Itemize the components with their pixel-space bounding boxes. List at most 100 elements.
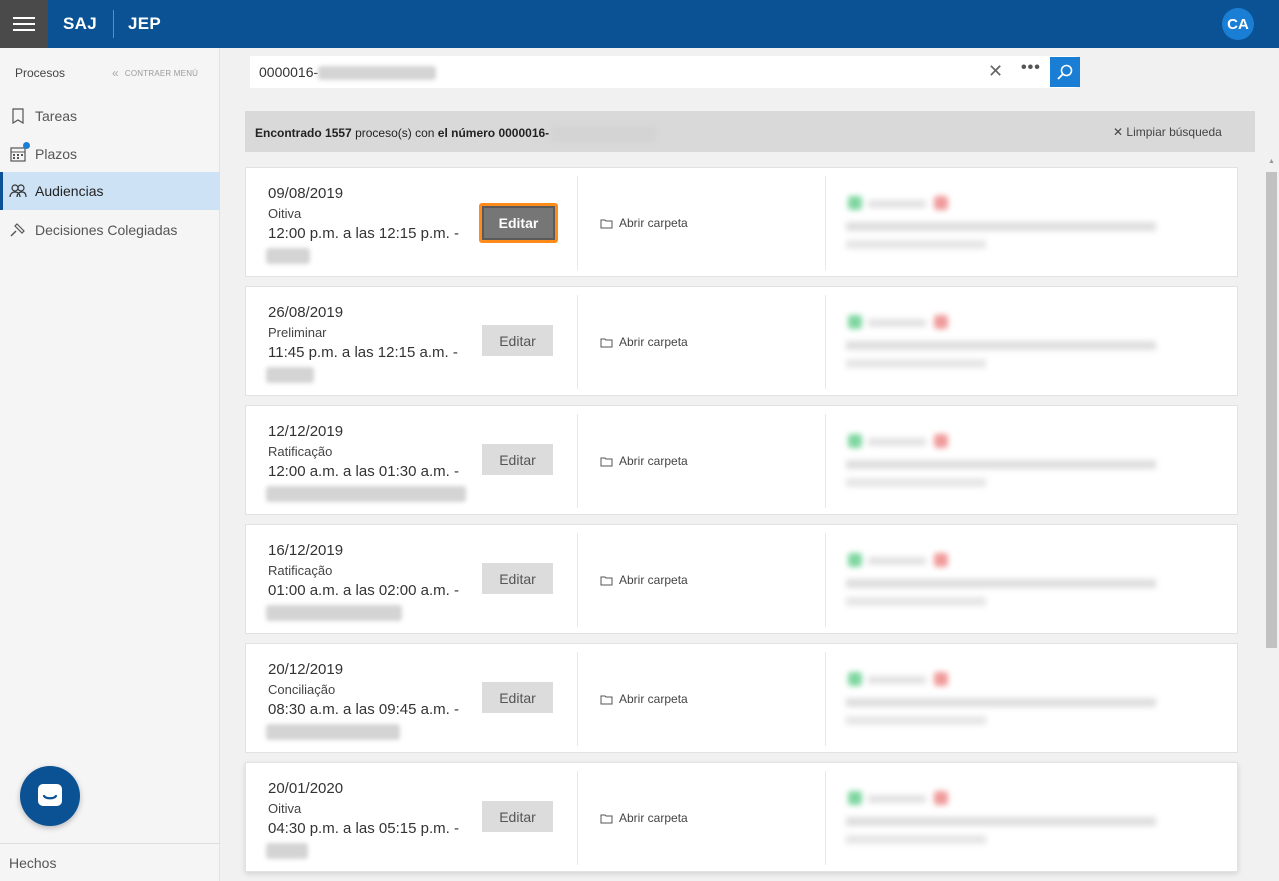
hamburger-menu-icon[interactable]	[0, 0, 48, 48]
edit-button[interactable]: Editar	[482, 801, 553, 832]
open-folder-link[interactable]: Abrir carpeta	[600, 454, 688, 468]
edit-button[interactable]: Editar	[479, 203, 558, 243]
sidebar-item-tareas[interactable]: Tareas	[0, 97, 220, 135]
redacted-details	[846, 670, 1166, 740]
calendar-icon	[9, 142, 30, 163]
redacted-text	[266, 724, 400, 740]
status-badge	[848, 553, 862, 567]
card-divider	[825, 771, 826, 865]
open-folder-link[interactable]: Abrir carpeta	[600, 216, 688, 230]
collapse-menu-button[interactable]: « CONTRAER MENÚ	[112, 66, 198, 80]
status-badge	[934, 553, 948, 567]
sidebar-item-plazos[interactable]: Plazos	[0, 135, 220, 173]
card-divider	[825, 533, 826, 627]
redacted-text	[846, 341, 1156, 350]
hearing-card: 12/12/2019 Ratificação 12:00 a.m. a las 01…	[245, 405, 1238, 515]
redacted-text	[266, 248, 310, 264]
hearing-time: 01:00 a.m. a las 02:00 a.m. -	[268, 582, 459, 599]
edit-button[interactable]: Editar	[482, 444, 553, 475]
open-folder-link[interactable]: Abrir carpeta	[600, 811, 688, 825]
user-avatar[interactable]: CA	[1222, 8, 1254, 40]
sidebar-item-hechos[interactable]: Hechos	[9, 855, 56, 871]
redacted-text	[868, 438, 926, 446]
hearing-card: 09/08/2019 Oitiva 12:00 p.m. a las 12:15 p…	[245, 167, 1238, 277]
open-folder-link[interactable]: Abrir carpeta	[600, 573, 688, 587]
sidebar-item-label: Tareas	[35, 108, 78, 124]
more-options-icon[interactable]: •••	[1021, 59, 1041, 77]
status-badge	[934, 672, 948, 686]
redacted-text	[846, 359, 986, 368]
folder-icon	[600, 695, 613, 704]
card-divider	[577, 176, 578, 270]
status-badge	[934, 196, 948, 210]
edit-button[interactable]: Editar	[482, 325, 553, 356]
search-icon	[1057, 64, 1073, 80]
hearing-time: 04:30 p.m. a las 05:15 p.m. -	[268, 820, 459, 837]
open-folder-link[interactable]: Abrir carpeta	[600, 335, 688, 349]
hearing-time: 11:45 p.m. a las 12:15 a.m. -	[268, 344, 458, 361]
redacted-text	[846, 835, 986, 844]
open-folder-link[interactable]: Abrir carpeta	[600, 692, 688, 706]
redacted-text	[846, 698, 1156, 707]
redacted-text	[846, 597, 986, 606]
sidebar-item-audiencias[interactable]: Audiencias	[0, 172, 220, 210]
card-divider	[825, 652, 826, 746]
redacted-text	[266, 843, 308, 859]
notification-dot	[23, 142, 30, 149]
scroll-up-icon[interactable]: ▲	[1268, 158, 1275, 165]
card-divider	[825, 414, 826, 508]
search-button[interactable]	[1050, 57, 1080, 87]
collapse-menu-label: CONTRAER MENÚ	[124, 68, 199, 78]
folder-icon	[600, 814, 613, 823]
hearing-time: 12:00 p.m. a las 12:15 p.m. -	[268, 225, 459, 242]
redacted-text	[846, 478, 986, 487]
hearing-time: 08:30 a.m. a las 09:45 a.m. -	[268, 701, 459, 718]
hearing-date: 20/01/2020	[268, 780, 344, 797]
open-folder-label: Abrir carpeta	[619, 692, 688, 706]
folder-icon	[600, 338, 613, 347]
redacted-text	[266, 486, 466, 502]
redacted-text	[868, 676, 926, 684]
brand-saj[interactable]: SAJ	[63, 14, 97, 34]
hearing-type: Preliminar	[268, 325, 327, 340]
hearing-date: 09/08/2019	[268, 185, 344, 202]
double-chevron-left-icon: «	[112, 66, 119, 80]
results-summary: Encontrado 1557 proceso(s) con el número…	[255, 125, 658, 143]
sidebar-divider	[0, 843, 220, 844]
hearing-date: 20/12/2019	[268, 661, 344, 678]
hearing-time: 12:00 a.m. a las 01:30 a.m. -	[268, 463, 459, 480]
brand-divider	[113, 10, 114, 38]
sidebar-title: Procesos	[15, 66, 66, 80]
redacted-details	[846, 551, 1166, 621]
close-icon: ✕	[1113, 125, 1124, 139]
status-badge	[934, 791, 948, 805]
redacted-text	[266, 367, 314, 383]
hearing-type: Oitiva	[268, 206, 302, 221]
clear-search-button[interactable]: ✕ Limpiar búsqueda	[1113, 125, 1222, 139]
scrollbar-thumb[interactable]	[1266, 172, 1277, 648]
edit-button[interactable]: Editar	[482, 682, 553, 713]
search-input[interactable]: 0000016- ✕ •••	[250, 56, 1076, 88]
redacted-text	[318, 66, 437, 81]
open-folder-label: Abrir carpeta	[619, 811, 688, 825]
hearing-card: 20/01/2020 Oitiva 04:30 p.m. a las 05:15 p…	[245, 762, 1238, 872]
sidebar-item-decisiones-colegiadas[interactable]: Decisiones Colegiadas	[0, 211, 220, 249]
open-folder-label: Abrir carpeta	[619, 335, 688, 349]
hearing-type: Oitiva	[268, 801, 302, 816]
chat-button[interactable]	[20, 766, 80, 826]
edit-button[interactable]: Editar	[482, 563, 553, 594]
status-badge	[848, 791, 862, 805]
top-bar: SAJ JEP CA	[0, 0, 1279, 48]
brand-jep[interactable]: JEP	[128, 14, 161, 34]
open-folder-label: Abrir carpeta	[619, 573, 688, 587]
card-divider	[825, 176, 826, 270]
clear-search-icon[interactable]: ✕	[988, 61, 1003, 82]
redacted-text	[551, 125, 658, 143]
redacted-details	[846, 432, 1166, 502]
hearing-date: 12/12/2019	[268, 423, 344, 440]
redacted-text	[868, 319, 926, 327]
sidebar-item-label: Plazos	[35, 146, 78, 162]
redacted-text	[846, 240, 986, 249]
hearing-date: 16/12/2019	[268, 542, 344, 559]
card-divider	[577, 533, 578, 627]
